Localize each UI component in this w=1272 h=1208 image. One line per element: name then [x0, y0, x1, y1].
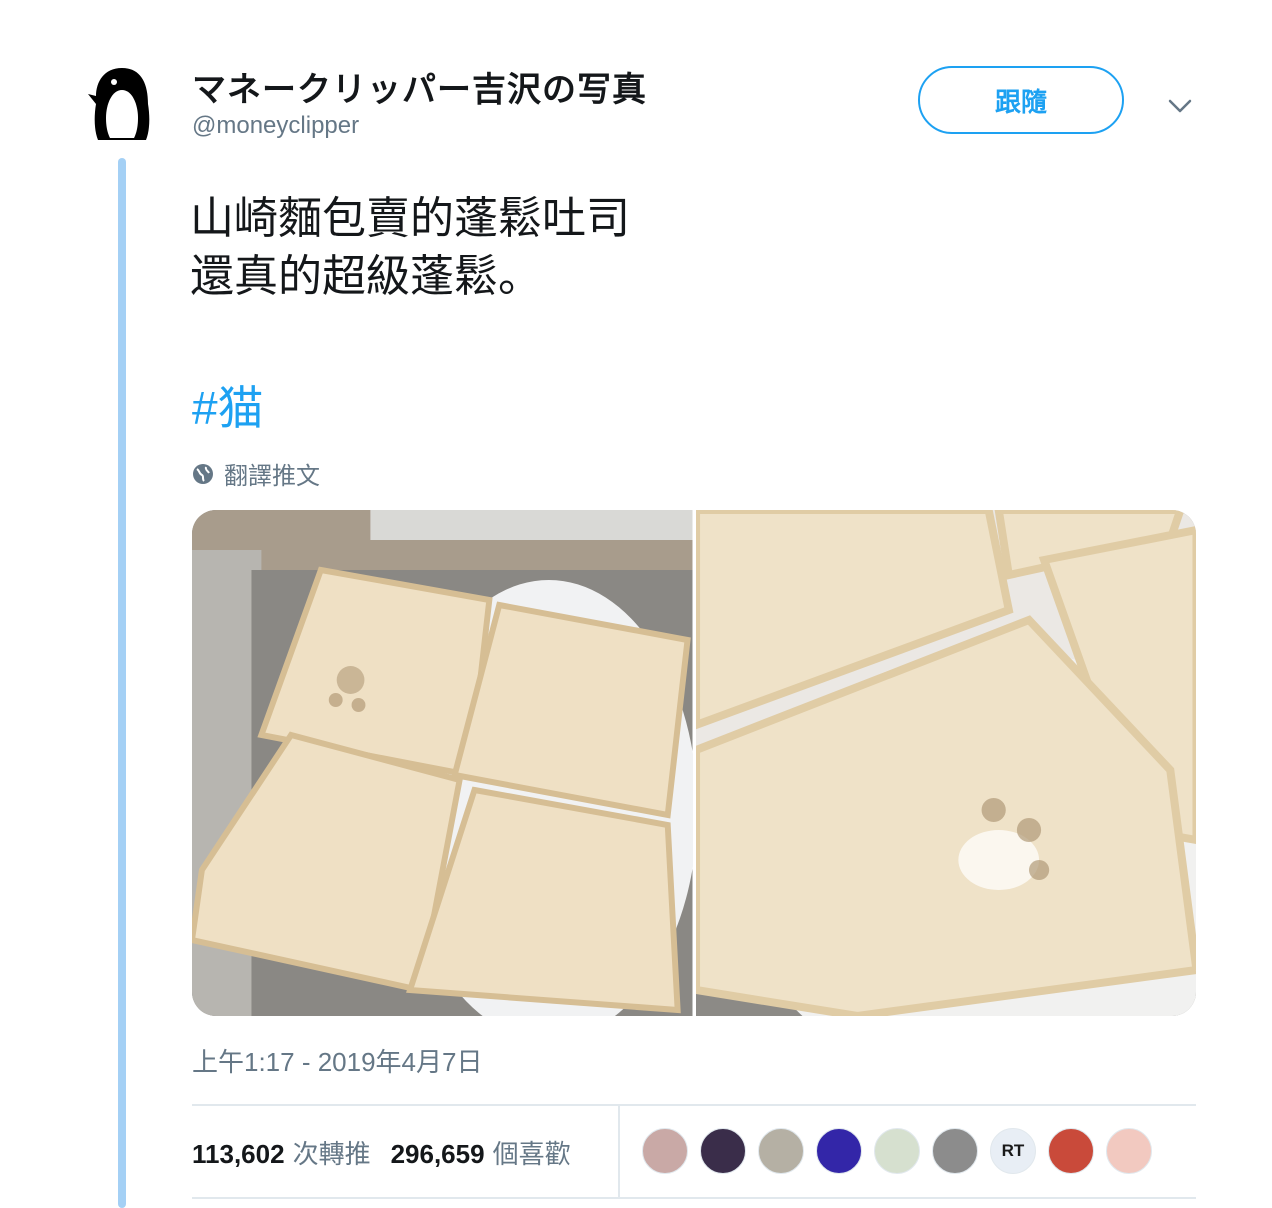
- liker-avatar-8[interactable]: [1048, 1128, 1094, 1174]
- retweet-stat[interactable]: 113,602 次轉推: [192, 1134, 371, 1171]
- user-handle[interactable]: @moneyclipper: [192, 112, 359, 140]
- tweet-text: 山崎麵包賣的蓬鬆吐司 還真的超級蓬鬆。: [190, 194, 630, 301]
- follow-button[interactable]: 跟隨: [918, 66, 1124, 134]
- like-stat[interactable]: 296,659 個喜歡: [391, 1134, 571, 1171]
- divider: [192, 1104, 1196, 1106]
- tweet-stats: 113,602 次轉推 296,659 個喜歡: [192, 1134, 571, 1171]
- tweet-timestamp[interactable]: 上午1:17 - 2019年4月7日: [192, 1042, 482, 1079]
- thread-line: [118, 158, 126, 1208]
- rt-avatar-label: RT: [1001, 1141, 1025, 1160]
- retweet-count: 113,602: [192, 1139, 285, 1169]
- liker-avatar-1[interactable]: [642, 1128, 688, 1174]
- stats-separator: [618, 1106, 620, 1197]
- liker-avatar-3[interactable]: [758, 1128, 804, 1174]
- liker-avatar-5[interactable]: [874, 1128, 920, 1174]
- liker-avatar-6[interactable]: [932, 1128, 978, 1174]
- translate-label: 翻譯推文: [224, 463, 320, 490]
- like-label: 個喜歡: [492, 1139, 571, 1169]
- globe-icon: [193, 463, 213, 484]
- profile-avatar-penguin-icon[interactable]: [84, 64, 160, 144]
- media-grid: [192, 510, 1196, 1016]
- like-count: 296,659: [390, 1139, 485, 1169]
- liker-avatar-4[interactable]: [816, 1128, 862, 1174]
- retweet-label: 次轉推: [292, 1139, 371, 1169]
- liker-avatars: RT: [642, 1128, 1152, 1174]
- divider: [192, 1197, 1196, 1199]
- display-name[interactable]: マネークリッパー吉沢の写真: [192, 62, 647, 111]
- photo-2[interactable]: [695, 510, 1196, 1016]
- hashtag-link[interactable]: #猫: [192, 372, 264, 438]
- chevron-down-icon[interactable]: [1166, 92, 1194, 120]
- translate-tweet-link[interactable]: 翻譯推文: [192, 456, 320, 491]
- liker-avatar-2[interactable]: [700, 1128, 746, 1174]
- photo-1[interactable]: [192, 510, 693, 1016]
- liker-avatar-7[interactable]: RT: [990, 1128, 1036, 1174]
- liker-avatar-9[interactable]: [1106, 1128, 1152, 1174]
